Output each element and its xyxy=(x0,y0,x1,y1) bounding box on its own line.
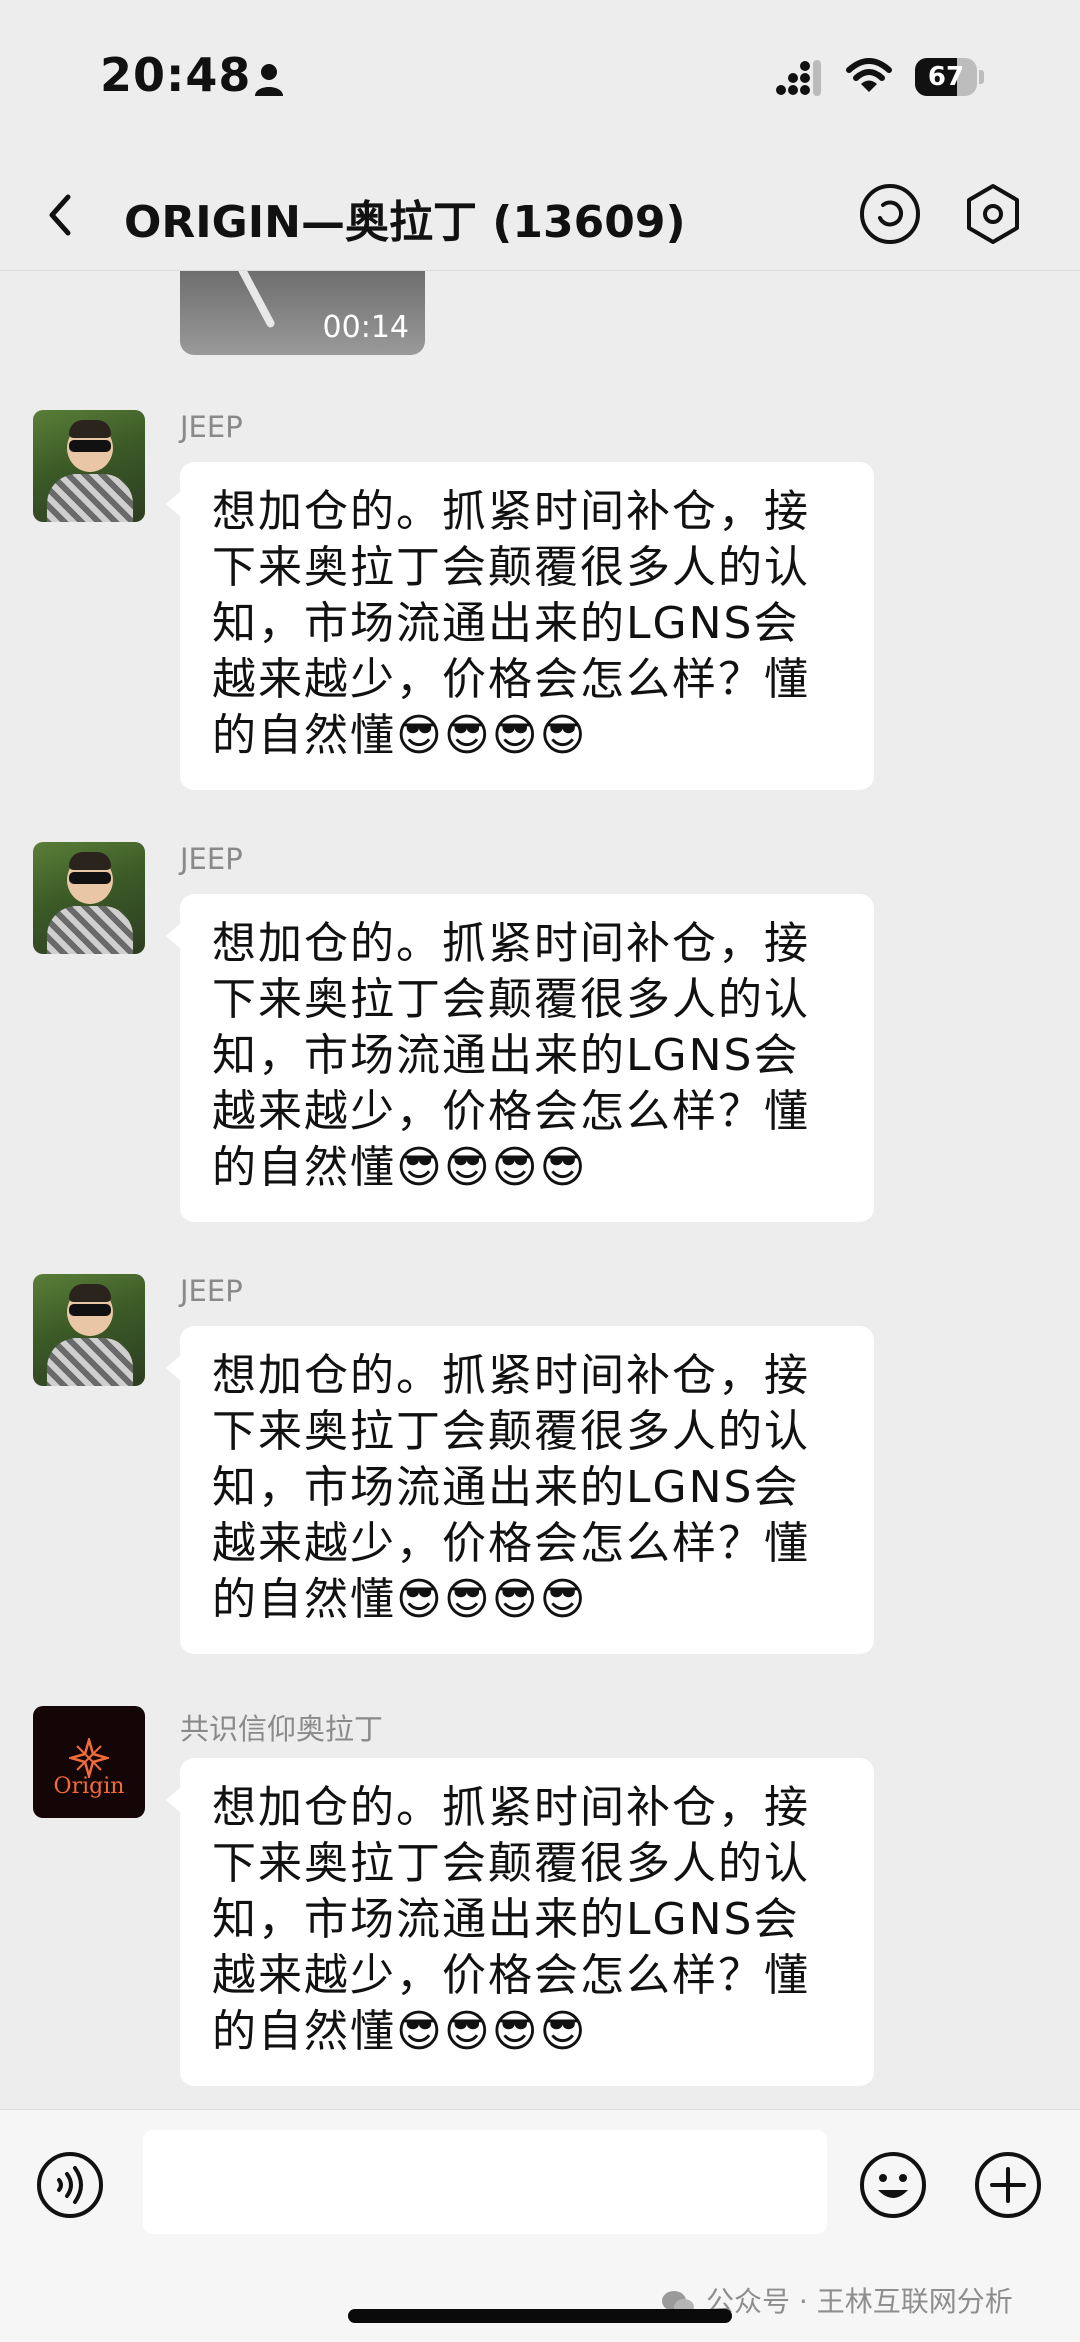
sender-name: JEEP xyxy=(180,1274,243,1308)
avatar[interactable] xyxy=(33,410,145,522)
chat-header: ORIGIN—奥拉丁 (13609) xyxy=(0,160,1080,271)
message-text: 想加仓的。抓紧时间补仓，接下来奥拉丁会颠覆很多人的认知，市场流通出来的LGNS会… xyxy=(212,486,810,761)
avatar-logo-text: Origin xyxy=(53,1774,125,1799)
sender-name: JEEP xyxy=(180,842,243,876)
message-text: 想加仓的。抓紧时间补仓，接下来奥拉丁会颠覆很多人的认知，市场流通出来的LGNS会… xyxy=(212,918,810,1193)
chat-title: ORIGIN—奥拉丁 (13609) xyxy=(124,197,686,248)
message-text: 想加仓的。抓紧时间补仓，接下来奥拉丁会颠覆很多人的认知，市场流通出来的LGNS会… xyxy=(212,1350,810,1625)
status-time: 20:48 xyxy=(100,48,252,102)
chat-message-list[interactable]: 00:14 JEEP 想加仓的。抓紧时间补仓，接下来奥拉丁会颠覆很多人的认知，市… xyxy=(0,271,1080,2109)
hexagon-settings-icon[interactable] xyxy=(953,174,1033,254)
person-icon xyxy=(255,64,283,96)
signal-icon xyxy=(776,60,821,96)
chevron-left-icon[interactable] xyxy=(40,185,80,245)
battery-icon: 67 xyxy=(915,58,985,98)
voice-icon[interactable] xyxy=(35,2150,105,2220)
plus-icon[interactable] xyxy=(973,2150,1043,2220)
origin-logo-icon xyxy=(69,1738,109,1778)
watermark-text: 公众号 · 王林互联网分析 xyxy=(706,2285,1013,2318)
status-bar: 20:48 67 xyxy=(0,0,1080,160)
sender-name: JEEP xyxy=(180,410,243,444)
video-message[interactable]: 00:14 xyxy=(180,271,425,355)
sender-name: 共识信仰奥拉丁 xyxy=(180,1712,384,1746)
message-bubble[interactable]: 想加仓的。抓紧时间补仓，接下来奥拉丁会颠覆很多人的认知，市场流通出来的LGNS会… xyxy=(166,894,874,1222)
home-indicator[interactable] xyxy=(348,2309,732,2323)
message-bubble[interactable]: 想加仓的。抓紧时间补仓，接下来奥拉丁会颠覆很多人的认知，市场流通出来的LGNS会… xyxy=(166,1326,874,1654)
smile-icon[interactable] xyxy=(858,2150,928,2220)
avatar[interactable]: Origin xyxy=(33,1706,145,1818)
message-text: 想加仓的。抓紧时间补仓，接下来奥拉丁会颠覆很多人的认知，市场流通出来的LGNS会… xyxy=(212,1782,810,2057)
avatar[interactable] xyxy=(33,842,145,954)
avatar[interactable] xyxy=(33,1274,145,1386)
wifi-icon xyxy=(846,58,892,92)
message-bubble[interactable]: 想加仓的。抓紧时间补仓，接下来奥拉丁会颠覆很多人的认知，市场流通出来的LGNS会… xyxy=(166,1758,874,2086)
message-bubble[interactable]: 想加仓的。抓紧时间补仓，接下来奥拉丁会颠覆很多人的认知，市场流通出来的LGNS会… xyxy=(166,462,874,790)
battery-percent: 67 xyxy=(927,62,965,92)
message-input[interactable] xyxy=(143,2130,827,2234)
video-duration: 00:14 xyxy=(322,310,409,345)
circle-refresh-icon[interactable] xyxy=(850,174,930,254)
